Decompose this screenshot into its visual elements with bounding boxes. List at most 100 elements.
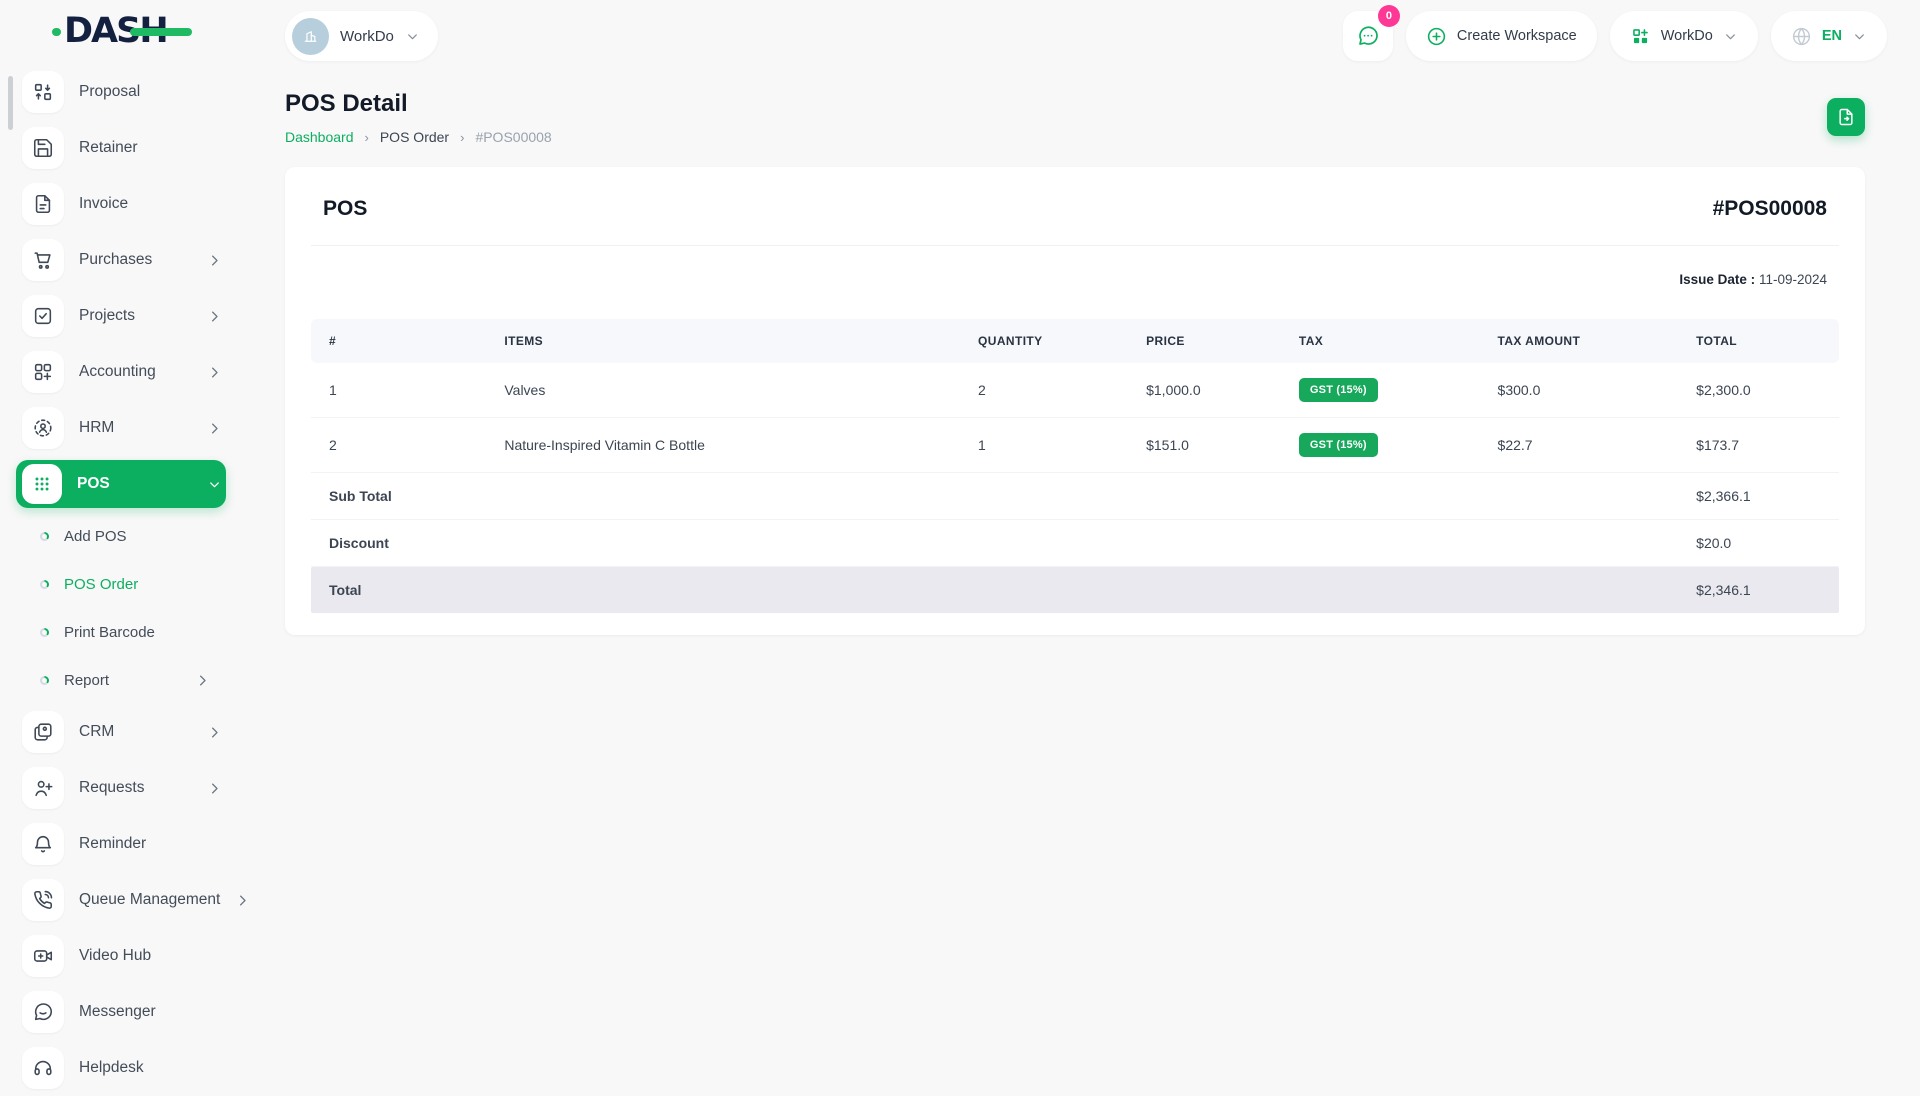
- cell-index: 2: [311, 417, 495, 473]
- messages-button[interactable]: 0: [1342, 5, 1400, 61]
- discount-row: Discount $20.0: [311, 519, 1839, 567]
- sidebar-item-label: Retainer: [79, 139, 138, 156]
- hrm-icon: [22, 407, 64, 449]
- chevron-right-icon: [207, 253, 222, 268]
- bullet-icon: [40, 579, 49, 589]
- export-pos-button[interactable]: [1827, 98, 1865, 136]
- helpdesk-icon: [22, 1047, 64, 1089]
- sidebar-item-label: CRM: [79, 723, 115, 740]
- sidebar-subitem-print-barcode[interactable]: Print Barcode: [16, 608, 226, 656]
- chevron-right-icon: [207, 781, 222, 796]
- app-menu-button[interactable]: WorkDo: [1609, 11, 1758, 61]
- breadcrumb-separator: ›: [364, 129, 369, 145]
- col-header-items: ITEMS: [494, 319, 969, 363]
- sidebar-item-invoice[interactable]: Invoice: [16, 176, 226, 232]
- sidebar-item-video-hub[interactable]: Video Hub: [16, 928, 226, 984]
- language-code: EN: [1821, 28, 1842, 44]
- sidebar-item-label: Reminder: [79, 835, 147, 852]
- tax-badge: GST (15%): [1298, 378, 1378, 402]
- sidebar-item-helpdesk[interactable]: Helpdesk: [16, 1040, 226, 1096]
- pos-order-number: #POS00008: [1712, 197, 1827, 220]
- cell-item: Nature-Inspired Vitamin C Bottle: [494, 417, 969, 473]
- plus-circle-icon: [1427, 27, 1446, 45]
- sidebar-item-label: Queue Management: [79, 891, 221, 908]
- sidebar-item-label: Requests: [79, 779, 145, 796]
- pos-detail-card: POS #POS00008 Issue Date : 11-09-2024 # …: [285, 167, 1865, 635]
- total-row: Total $2,346.1: [311, 566, 1839, 613]
- bullet-icon: [40, 627, 49, 637]
- cell-quantity: 1: [968, 417, 1137, 473]
- sidebar-item-label: Messenger: [79, 1003, 156, 1020]
- col-header-tax: TAX: [1288, 319, 1488, 363]
- crm-icon: [22, 711, 64, 753]
- chevron-right-icon: [207, 725, 222, 740]
- chevron-right-icon: [207, 421, 222, 436]
- create-workspace-button[interactable]: Create Workspace: [1405, 11, 1597, 61]
- chevron-right-icon: [207, 365, 222, 380]
- cell-price: $151.0: [1136, 417, 1289, 473]
- language-selector[interactable]: EN: [1770, 11, 1887, 61]
- sidebar-item-proposal[interactable]: Proposal: [16, 64, 226, 120]
- cell-total: $2,300.0: [1686, 363, 1839, 418]
- workspace-switcher[interactable]: WorkDo: [285, 11, 438, 61]
- sidebar-item-messenger[interactable]: Messenger: [16, 984, 226, 1040]
- subtotal-row: Sub Total $2,366.1: [311, 472, 1839, 520]
- sidebar-item-retainer[interactable]: Retainer: [16, 120, 226, 176]
- sidebar-scrollbar[interactable]: [8, 76, 13, 130]
- subtotal-value: $2,366.1: [1686, 472, 1839, 520]
- cell-index: 1: [311, 363, 495, 418]
- chevron-down-icon: [405, 29, 420, 44]
- sidebar-item-queue-management[interactable]: Queue Management: [16, 872, 246, 928]
- sidebar-item-label: Proposal: [79, 83, 141, 100]
- col-header-quantity: QUANTITY: [968, 319, 1137, 363]
- sidebar-item-label: Projects: [79, 307, 135, 324]
- chevron-right-icon: [207, 309, 222, 324]
- col-header-price: PRICE: [1136, 319, 1289, 363]
- file-export-icon: [1839, 108, 1853, 126]
- page-title: POS Detail: [285, 90, 408, 117]
- queue-management-icon: [22, 879, 64, 921]
- retainer-icon: [22, 127, 64, 169]
- sidebar-item-label: HRM: [79, 419, 115, 436]
- sidebar: DASH Proposal Retainer Invoice Purchases…: [0, 0, 246, 1089]
- table-row: 2 Nature-Inspired Vitamin C Bottle 1 $15…: [311, 417, 1839, 473]
- card-title: POS: [323, 197, 368, 220]
- table-row: 1 Valves 2 $1,000.0 GST (15%) $300.0 $2,…: [311, 363, 1839, 418]
- cell-tax: GST (15%): [1288, 363, 1488, 418]
- logo-bar-icon: [130, 27, 192, 36]
- breadcrumb-separator: ›: [460, 129, 465, 145]
- workspace-name: WorkDo: [340, 27, 394, 45]
- sidebar-item-label: Video Hub: [79, 947, 152, 964]
- sidebar-subitem-add-pos[interactable]: Add POS: [16, 512, 226, 560]
- sidebar-item-projects[interactable]: Projects: [16, 288, 226, 344]
- invoice-icon: [22, 183, 64, 225]
- subtotal-label: Sub Total: [311, 472, 1687, 520]
- sidebar-item-pos[interactable]: POS: [16, 460, 226, 508]
- chevron-down-icon: [1723, 29, 1738, 44]
- sidebar-item-requests[interactable]: Requests: [16, 760, 226, 816]
- sidebar-subitem-pos-order[interactable]: POS Order: [16, 560, 226, 608]
- issue-date-label: Issue Date :: [1679, 272, 1756, 287]
- app-menu-label: WorkDo: [1660, 28, 1713, 44]
- sidebar-item-accounting[interactable]: Accounting: [16, 344, 226, 400]
- sidebar-item-purchases[interactable]: Purchases: [16, 232, 226, 288]
- total-value: $2,346.1: [1686, 566, 1839, 613]
- breadcrumb-dashboard-link[interactable]: Dashboard: [285, 129, 354, 145]
- table-header-row: # ITEMS QUANTITY PRICE TAX TAX AMOUNT TO…: [311, 319, 1839, 363]
- notification-badge: 0: [1377, 5, 1400, 27]
- sidebar-subitem-label: Add POS: [64, 527, 127, 545]
- sidebar-nav: Proposal Retainer Invoice Purchases Proj…: [0, 62, 246, 1096]
- bullet-icon: [40, 531, 49, 541]
- apps-grid-icon: [1632, 28, 1648, 43]
- col-header-index: #: [311, 319, 495, 363]
- issue-date-row: Issue Date : 11-09-2024: [311, 246, 1839, 319]
- discount-label: Discount: [311, 519, 1687, 567]
- logo[interactable]: DASH: [0, 0, 240, 62]
- sidebar-item-hrm[interactable]: HRM: [16, 400, 226, 456]
- tax-badge: GST (15%): [1298, 433, 1378, 457]
- sidebar-item-reminder[interactable]: Reminder: [16, 816, 226, 872]
- sidebar-subitem-report[interactable]: Report: [16, 656, 226, 704]
- messenger-icon: [22, 991, 64, 1033]
- create-workspace-label: Create Workspace: [1456, 28, 1577, 44]
- sidebar-item-crm[interactable]: CRM: [16, 704, 226, 760]
